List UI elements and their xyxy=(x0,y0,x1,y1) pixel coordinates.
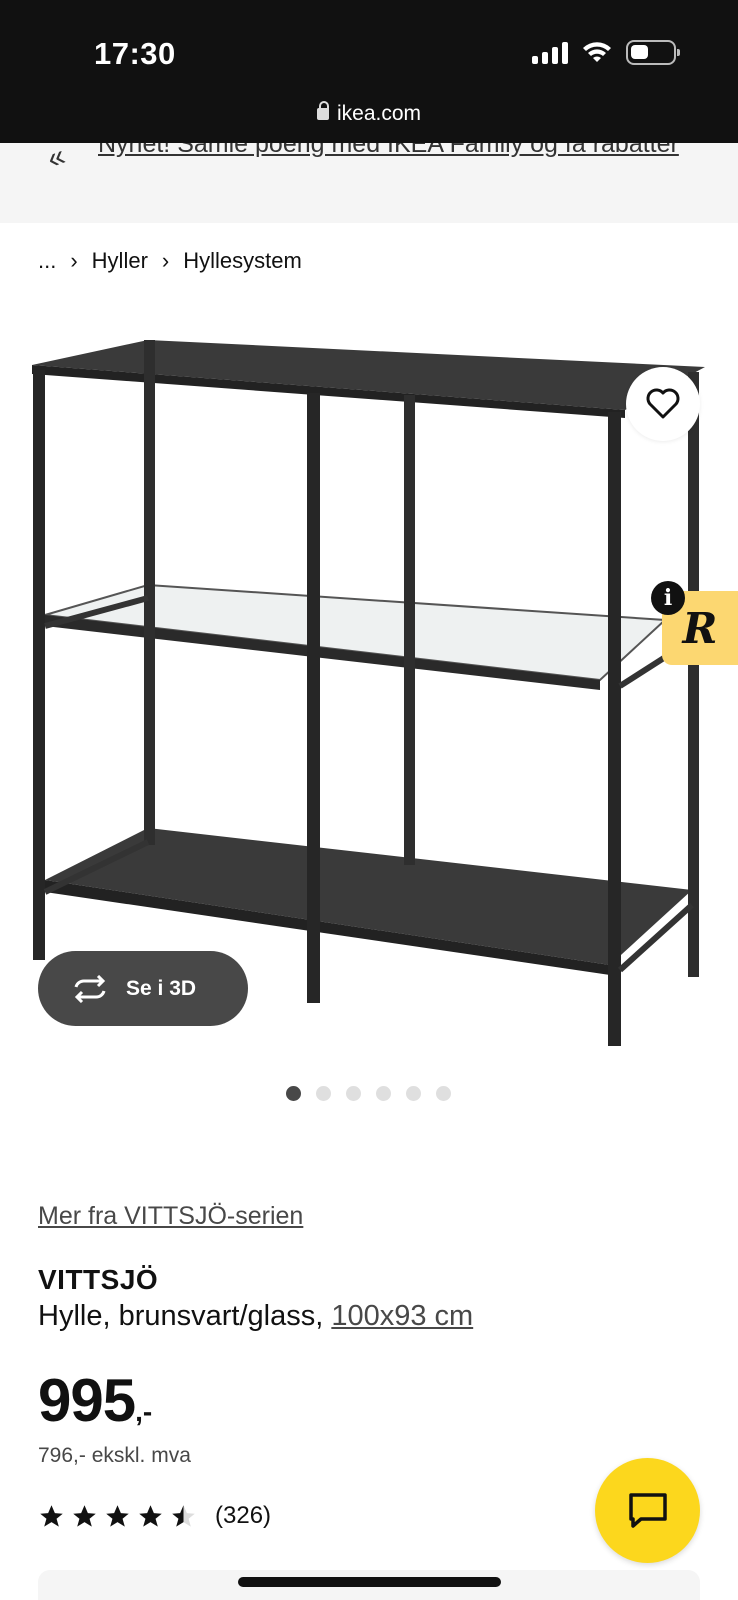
chevron-right-icon: › xyxy=(161,248,170,273)
rotate-3d-icon xyxy=(74,974,106,1003)
rating-stars xyxy=(38,1503,197,1530)
view-3d-label: Se i 3D xyxy=(126,976,197,1000)
promo-link[interactable]: Nyhet! Samle poeng med IKEA Family og få… xyxy=(98,143,698,163)
heart-icon xyxy=(646,388,680,419)
star-half-icon xyxy=(172,1504,195,1527)
carousel-dot[interactable] xyxy=(346,1086,361,1101)
chat-icon xyxy=(628,1492,667,1528)
favorite-button[interactable] xyxy=(626,367,700,441)
series-link[interactable]: Mer fra VITTSJÖ-serien xyxy=(38,1202,303,1231)
carousel-dot[interactable] xyxy=(406,1086,421,1101)
product-name: VITTSJÖ xyxy=(38,1264,159,1295)
breadcrumb: ... › Hyller › Hyllesystem xyxy=(38,248,302,274)
address-bar[interactable]: ikea.com xyxy=(0,101,738,126)
breadcrumb-hyller[interactable]: Hyller xyxy=(92,248,148,274)
price-main: 995 xyxy=(38,1367,136,1434)
product-price: 995,- xyxy=(38,1366,152,1435)
product-description: Hylle, brunsvart/glass, 100x93 cm xyxy=(38,1300,473,1333)
cellular-signal-icon xyxy=(532,41,568,64)
promo-banner[interactable]: « Nyhet! Samle poeng med IKEA Family og … xyxy=(0,143,738,223)
carousel-dot[interactable] xyxy=(316,1086,331,1101)
status-bar: 17:30 ikea.com xyxy=(0,0,738,143)
star-full-icon xyxy=(73,1504,96,1527)
info-icon[interactable]: i xyxy=(651,581,685,615)
star-full-icon xyxy=(40,1504,63,1527)
chevron-right-icon: › xyxy=(70,248,78,273)
wifi-icon xyxy=(583,41,611,62)
product-description-text: Hylle, brunsvart/glass, xyxy=(38,1300,332,1332)
price-ex-vat: 796,- ekskl. mva xyxy=(38,1444,191,1467)
carousel-dot[interactable] xyxy=(286,1086,301,1101)
carousel-dot[interactable] xyxy=(376,1086,391,1101)
chat-button[interactable] xyxy=(595,1458,700,1563)
lock-icon xyxy=(316,101,329,120)
view-3d-button[interactable]: Se i 3D xyxy=(38,951,248,1026)
price-suffix: ,- xyxy=(135,1396,153,1427)
status-icons xyxy=(532,40,680,65)
star-full-icon xyxy=(106,1504,129,1527)
breadcrumb-ellipsis[interactable]: ... xyxy=(38,248,56,274)
carousel-dot[interactable] xyxy=(436,1086,451,1101)
rating-count: (326) xyxy=(215,1502,272,1529)
status-time: 17:30 xyxy=(94,36,176,71)
home-indicator xyxy=(238,1577,501,1587)
breadcrumb-hyllesystem[interactable]: Hyllesystem xyxy=(183,248,302,274)
product-rating[interactable]: (326) xyxy=(38,1502,271,1530)
url-text: ikea.com xyxy=(336,102,422,125)
product-size-link[interactable]: 100x93 cm xyxy=(331,1300,473,1332)
carousel-dots xyxy=(286,1086,451,1101)
battery-icon xyxy=(626,40,680,65)
arrow-left-icon: « xyxy=(42,143,70,176)
star-full-icon xyxy=(139,1504,162,1527)
